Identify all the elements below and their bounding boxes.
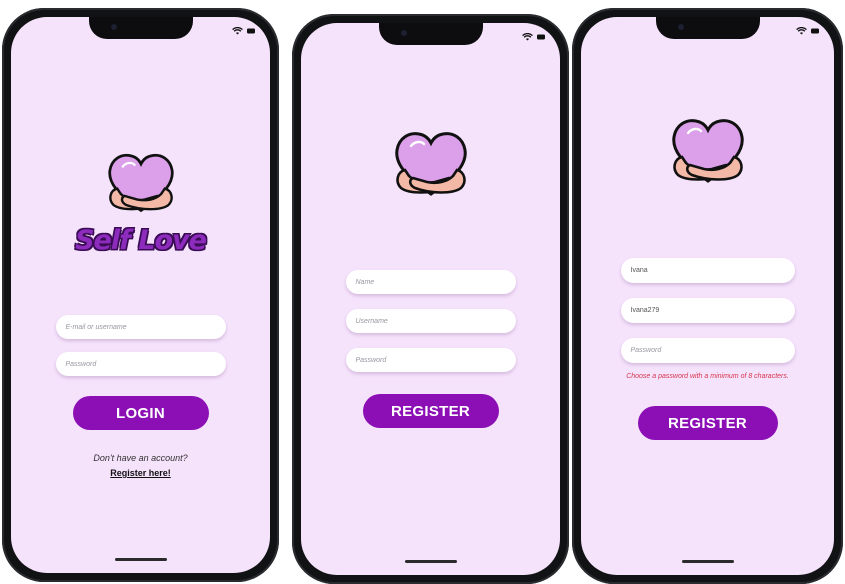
password-placeholder: Password <box>65 360 97 368</box>
register-error-screen: Ivana Ivana279 Password Choose a passwor… <box>581 17 834 575</box>
notch <box>655 17 760 39</box>
password-field[interactable]: Password <box>345 348 516 372</box>
login-button[interactable]: LOGIN <box>72 396 209 430</box>
password-field[interactable]: Password <box>55 352 226 376</box>
notch <box>378 23 483 45</box>
battery-icon <box>247 28 255 34</box>
username-placeholder: Username <box>355 317 388 325</box>
name-value: Ivana <box>630 267 648 274</box>
name-placeholder: Name <box>355 278 375 286</box>
password-error-message: Choose a password with a minimum of 8 ch… <box>581 372 834 381</box>
register-link[interactable]: Register here! <box>11 468 270 478</box>
wifi-icon <box>232 27 243 35</box>
username-value: Ivana279 <box>630 307 660 314</box>
name-field[interactable]: Ivana <box>620 258 795 283</box>
battery-icon <box>811 28 819 34</box>
name-field[interactable]: Name <box>345 270 516 294</box>
email-placeholder: E-mail or username <box>65 323 127 331</box>
home-indicator <box>681 560 734 563</box>
wifi-icon <box>796 27 807 35</box>
status-bar <box>796 27 820 35</box>
wifi-icon <box>522 33 533 41</box>
notch <box>88 17 193 39</box>
brand-title: Self Love <box>75 225 207 256</box>
heart-hug-icon <box>107 153 174 213</box>
signup-prompt: Don't have an account? <box>93 453 188 463</box>
register-screen: Name Username Password REGISTER <box>301 23 560 575</box>
password-placeholder: Password <box>630 347 662 354</box>
password-error-text: Choose a password with a minimum of 8 ch… <box>626 373 789 380</box>
email-field[interactable]: E-mail or username <box>55 315 226 339</box>
phone-register-error: Ivana Ivana279 Password Choose a passwor… <box>572 8 843 584</box>
heart-hug-icon <box>671 119 744 183</box>
heart-hug-icon <box>394 132 467 196</box>
login-screen: Self Love E-mail or username Password LO… <box>11 17 270 573</box>
password-placeholder: Password <box>355 356 387 364</box>
username-field[interactable]: Ivana279 <box>620 298 795 323</box>
phone-register: Name Username Password REGISTER <box>292 14 569 584</box>
home-indicator <box>114 558 167 561</box>
username-field[interactable]: Username <box>345 309 516 333</box>
phone-login: Self Love E-mail or username Password LO… <box>2 8 279 582</box>
battery-icon <box>537 34 545 40</box>
home-indicator <box>404 560 457 563</box>
password-field[interactable]: Password <box>620 338 795 363</box>
status-bar <box>232 27 256 35</box>
register-button[interactable]: REGISTER <box>362 394 499 428</box>
status-bar <box>522 33 546 41</box>
register-button[interactable]: REGISTER <box>637 406 778 440</box>
